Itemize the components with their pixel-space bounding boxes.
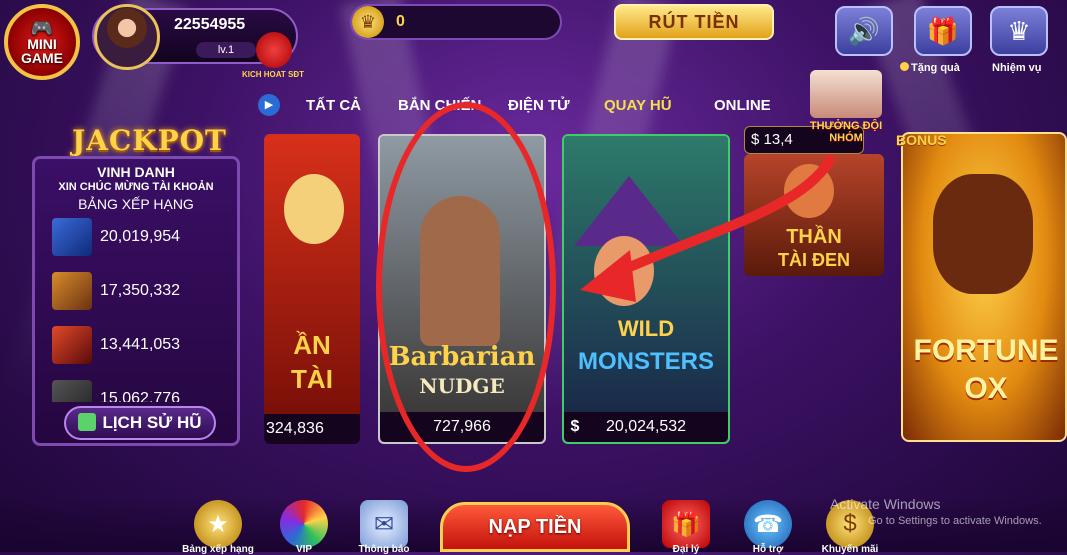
crown-coin-icon: ♛ xyxy=(352,6,384,38)
game-title: OX xyxy=(964,372,1008,405)
jackpot-value: 15,062,776 xyxy=(100,390,181,402)
trophy-icon: ★ xyxy=(207,510,229,538)
avengers-thumb xyxy=(52,218,92,256)
jackpot-row: 13,441,053 xyxy=(52,326,232,366)
tab-online[interactable]: ONLINE xyxy=(714,97,771,114)
gift-icon: 🎁 xyxy=(926,15,960,46)
activate-phone-button[interactable]: KICH HOAT SĐT xyxy=(240,32,306,84)
play-icon[interactable]: ▶ xyxy=(258,94,280,116)
mini-game-label: MINI xyxy=(27,36,57,52)
jackpot-value: 13,441,053 xyxy=(100,336,181,353)
jackpot-value: 20,019,954 xyxy=(100,228,181,245)
support-button[interactable]: ☎ xyxy=(744,500,792,548)
game-art: ẦN TÀI xyxy=(264,134,360,414)
game-card-than-tai[interactable]: ẦN TÀI 324,836 xyxy=(264,134,360,444)
game-title: MONSTERS xyxy=(577,348,714,375)
jackpot-bar: 324,836 xyxy=(264,414,360,444)
crown-icon: ♛ xyxy=(1007,15,1031,46)
jackpot-amount: 324,836 xyxy=(266,420,324,437)
gamepad-icon: 🎮 xyxy=(30,18,54,38)
character-art xyxy=(284,174,344,244)
mission-button[interactable]: ♛ xyxy=(990,6,1048,56)
tab-jackpot[interactable]: QUAY HŨ xyxy=(604,97,672,114)
congrats-text: XIN CHÚC MỪNG TÀI KHOẢN xyxy=(58,181,214,193)
leaderboard-title: BẢNG XẾP HẠNG xyxy=(78,196,194,212)
user-id: 22554955 xyxy=(174,16,246,33)
than-tai-den-thumb xyxy=(52,326,92,364)
phone-icon xyxy=(256,32,292,68)
agent-button[interactable]: 🎁 xyxy=(662,500,710,548)
ox-art xyxy=(933,174,1033,294)
tab-all[interactable]: TẤT CẢ xyxy=(306,97,361,114)
jackpot-amount: 13,4 xyxy=(763,131,793,148)
sound-icon: 🔊 xyxy=(847,15,881,46)
coin-icon: $ xyxy=(843,510,857,537)
game-thumb xyxy=(52,380,92,402)
mini-game-label: GAME xyxy=(21,50,63,66)
highlight-arrow xyxy=(580,155,835,302)
dollar-icon: $ xyxy=(751,131,764,148)
windows-watermark-title: Activate Windows xyxy=(830,496,941,512)
jackpot-bar: $20,024,532 xyxy=(564,412,728,442)
hall-of-fame-title: VINH DANH xyxy=(97,164,175,180)
mail-icon: ✉ xyxy=(373,510,395,538)
agent-label: Đại lý xyxy=(672,544,700,555)
jackpot-title: JACKPOT xyxy=(72,124,227,157)
jackpot-value: 17,350,332 xyxy=(100,282,181,299)
players-art xyxy=(810,70,882,118)
jackpot-history-button[interactable]: LỊCH SỬ HŨ xyxy=(64,406,216,440)
notification-button[interactable]: ✉ xyxy=(360,500,408,548)
dollar-icon: $ xyxy=(570,418,580,435)
game-card-fortune-ox[interactable]: FORTUNE OX xyxy=(901,132,1067,442)
mini-game-button[interactable]: 🎮 MINI GAME xyxy=(4,4,80,80)
jackpot-row: 17,350,332 xyxy=(52,272,232,312)
deposit-button[interactable]: NẠP TIỀN xyxy=(440,502,630,552)
team-reward-banner[interactable]: THƯỞNG ĐỘI NHÓM xyxy=(802,70,890,150)
notification-label: Thông báo xyxy=(358,544,410,555)
leaderboard-label: Bảng xếp hạng xyxy=(182,544,254,555)
withdraw-button[interactable]: RÚT TIỀN xyxy=(614,4,774,40)
activate-phone-label: KICH HOAT SĐT xyxy=(241,70,305,79)
support-icon: ☎ xyxy=(753,510,783,538)
buffalo-thumb xyxy=(52,272,92,310)
bonus-badge: BONUS xyxy=(896,132,947,148)
game-title: FORTUNE xyxy=(913,334,1059,367)
vip-button[interactable] xyxy=(280,500,328,548)
sound-button[interactable]: 🔊 xyxy=(835,6,893,56)
notification-dot xyxy=(900,62,909,71)
support-label: Hỗ trợ xyxy=(752,544,784,555)
jackpot-row: 20,019,954 xyxy=(52,218,232,258)
tab-slots[interactable]: ĐIỆN TỬ xyxy=(508,97,570,114)
history-icon xyxy=(78,413,97,431)
vip-label: VIP xyxy=(295,544,313,555)
gift-box-icon: 🎁 xyxy=(671,510,701,538)
avatar[interactable] xyxy=(94,4,160,70)
promotion-label: Khuyến mãi xyxy=(821,544,879,555)
windows-watermark-subtitle: Go to Settings to activate Windows. xyxy=(868,515,1042,527)
jackpot-row: 15,062,776 xyxy=(52,380,232,402)
game-title: TÀI xyxy=(291,364,333,394)
highlight-circle xyxy=(376,102,556,472)
mission-label: Nhiệm vụ xyxy=(992,62,1042,74)
gift-label: Tặng quà xyxy=(900,62,960,74)
gift-button[interactable]: 🎁 xyxy=(914,6,972,56)
coin-balance: 0 xyxy=(396,13,405,30)
leaderboard-button[interactable]: ★ xyxy=(194,500,242,548)
team-reward-label: THƯỞNG ĐỘI NHÓM xyxy=(809,120,883,144)
game-title: ẦN xyxy=(293,330,331,360)
jackpot-amount: 20,024,532 xyxy=(606,418,687,435)
